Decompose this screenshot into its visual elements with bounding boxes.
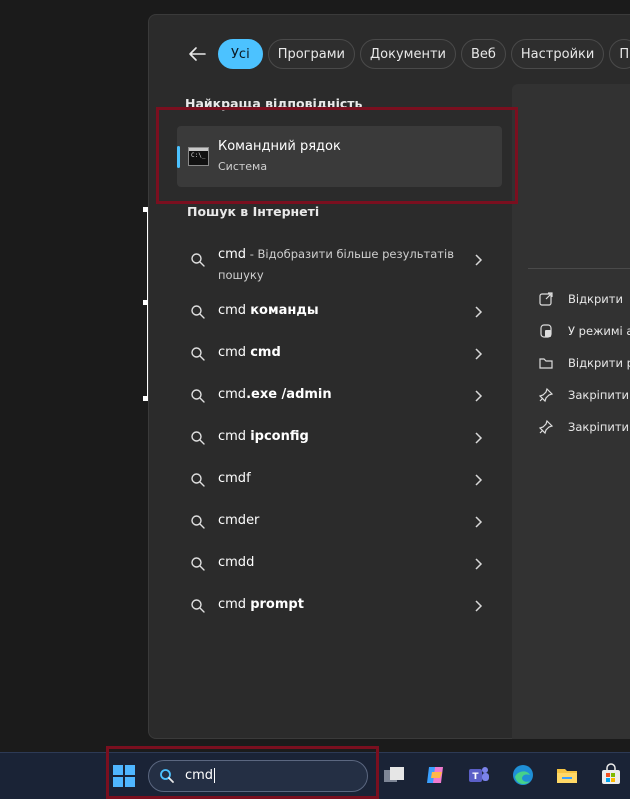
- web-result-label: cmd ipconfig: [218, 429, 309, 444]
- copilot-icon[interactable]: [423, 762, 449, 788]
- pin-icon: [538, 387, 554, 403]
- web-result-more[interactable]: cmd - Відобразити більше результатів пош…: [177, 236, 502, 282]
- details-pane: [512, 84, 630, 739]
- search-icon: [191, 557, 205, 571]
- web-result-label: cmd команды: [218, 303, 319, 318]
- search-icon: [191, 389, 205, 403]
- search-icon: [191, 305, 205, 319]
- svg-text:T: T: [472, 772, 479, 782]
- tab-settings[interactable]: Настройки: [510, 39, 605, 69]
- web-result-label: cmd prompt: [218, 597, 304, 612]
- action-open[interactable]: Відкрити: [538, 289, 630, 309]
- web-result-label: cmder: [218, 513, 260, 528]
- edge-icon[interactable]: [510, 762, 536, 788]
- web-result[interactable]: cmd cmd: [177, 333, 502, 375]
- web-result[interactable]: cmd ipconfig: [177, 417, 502, 459]
- filter-tabs: Усі Програми Документи Веб Настройки П: [218, 39, 630, 71]
- back-arrow-icon[interactable]: [186, 43, 208, 65]
- tab-more[interactable]: П: [609, 39, 630, 69]
- chevron-right-icon[interactable]: [473, 599, 483, 613]
- tab-documents[interactable]: Документи: [359, 39, 456, 69]
- tab-apps[interactable]: Програми: [267, 39, 355, 69]
- web-search-heading: Пошук в Інтернеті: [187, 204, 320, 219]
- web-result[interactable]: cmd prompt: [177, 585, 502, 627]
- search-icon: [191, 253, 205, 267]
- chevron-right-icon[interactable]: [473, 557, 483, 571]
- tab-all[interactable]: Усі: [218, 39, 263, 69]
- action-label: Закріпити н: [568, 420, 630, 434]
- store-icon[interactable]: [598, 762, 624, 788]
- action-open-location[interactable]: Відкрити ре: [538, 353, 630, 373]
- file-explorer-icon[interactable]: [554, 762, 580, 788]
- action-run-as-admin[interactable]: У режимі а: [538, 321, 630, 341]
- chevron-right-icon[interactable]: [473, 347, 483, 361]
- teams-icon[interactable]: T: [466, 762, 492, 788]
- web-result-label: cmd cmd: [218, 345, 281, 360]
- web-result[interactable]: cmdd: [177, 543, 502, 585]
- web-result[interactable]: cmd команды: [177, 291, 502, 333]
- action-label: Закріпити в: [568, 388, 630, 402]
- chevron-right-icon[interactable]: [473, 431, 483, 445]
- task-view-icon[interactable]: [381, 762, 407, 788]
- chevron-right-icon[interactable]: [473, 305, 483, 319]
- chevron-right-icon[interactable]: [473, 515, 483, 529]
- search-icon: [191, 347, 205, 361]
- tab-web[interactable]: Веб: [460, 39, 506, 69]
- web-result-label: cmd - Відобразити більше результатів пош…: [218, 247, 454, 282]
- web-result-label: cmd.exe /admin: [218, 387, 332, 402]
- annotation-box: [156, 107, 518, 204]
- web-result[interactable]: cmdf: [177, 459, 502, 501]
- details-divider: [528, 268, 630, 269]
- action-label: У режимі а: [568, 324, 630, 338]
- action-label: Відкрити ре: [568, 356, 630, 370]
- action-label: Відкрити: [568, 292, 623, 306]
- pin-icon: [538, 419, 554, 435]
- web-result[interactable]: cmder: [177, 501, 502, 543]
- open-external-icon: [539, 292, 553, 306]
- shield-admin-icon: [540, 324, 552, 338]
- folder-icon: [539, 358, 553, 369]
- annotation-box: [106, 746, 379, 799]
- action-pin-taskbar[interactable]: Закріпити н: [538, 417, 630, 437]
- chevron-right-icon[interactable]: [473, 473, 483, 487]
- web-result-label: cmdf: [218, 471, 251, 486]
- search-icon: [191, 473, 205, 487]
- chevron-right-icon[interactable]: [473, 389, 483, 403]
- web-result-label: cmdd: [218, 555, 255, 570]
- web-result[interactable]: cmd.exe /admin: [177, 375, 502, 417]
- search-icon: [191, 599, 205, 613]
- action-pin-start[interactable]: Закріпити в: [538, 385, 630, 405]
- search-icon: [191, 431, 205, 445]
- search-icon: [191, 515, 205, 529]
- chevron-right-icon[interactable]: [473, 253, 483, 267]
